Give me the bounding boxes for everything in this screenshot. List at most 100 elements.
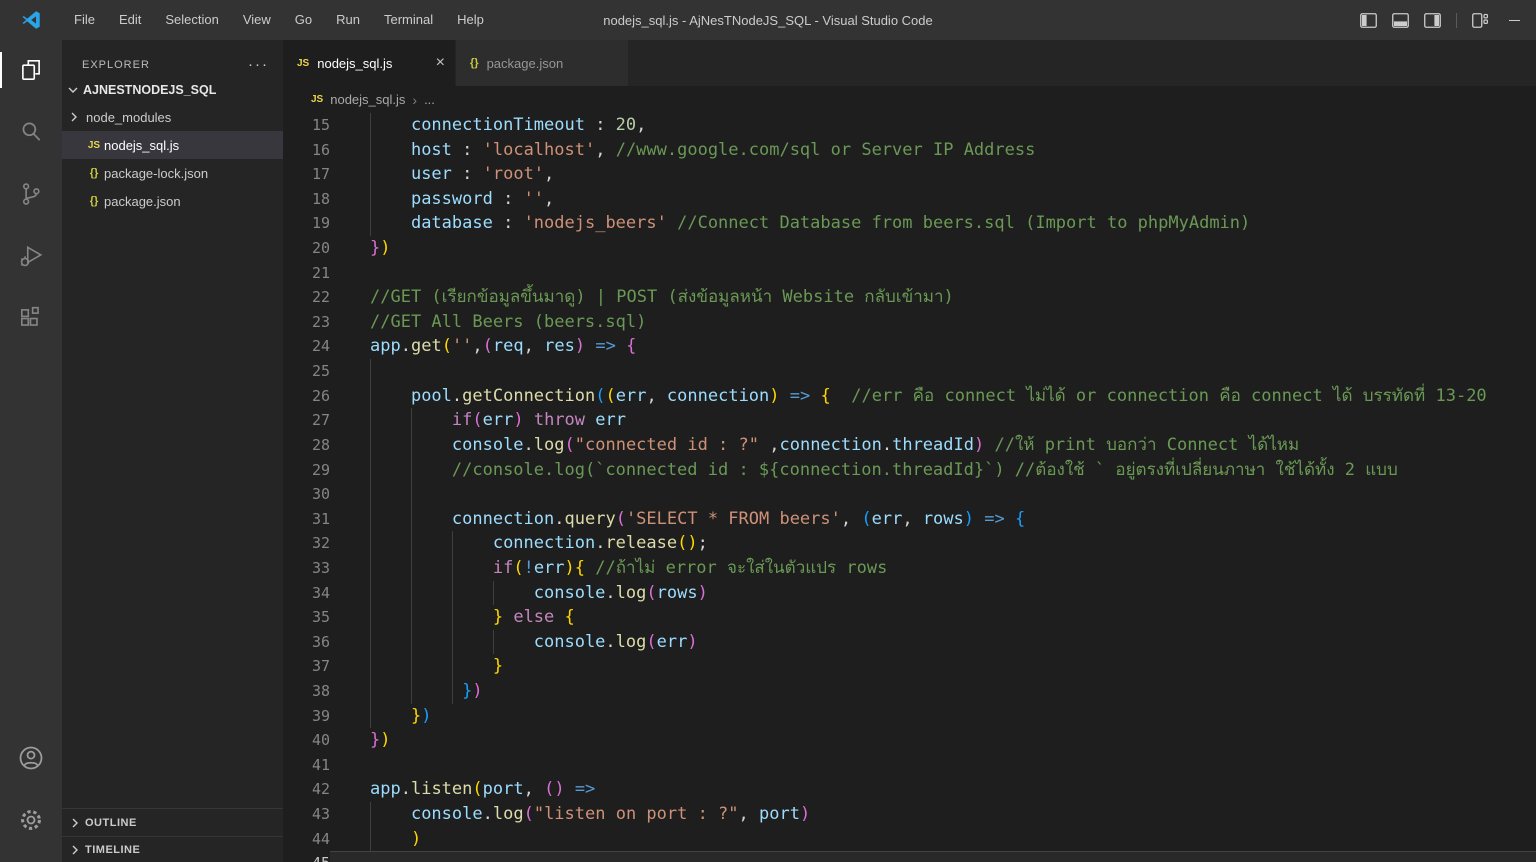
indent-guide [411, 408, 412, 433]
code-line-41[interactable]: 41 [283, 753, 1536, 778]
code-line-37[interactable]: 37 } [283, 654, 1536, 679]
code-line-23[interactable]: 23//GET All Beers (beers.sql) [283, 310, 1536, 335]
indent-guide [370, 211, 371, 236]
indent-guide [370, 704, 371, 729]
indent-guide [370, 556, 371, 581]
line-text: app.listen(port, () => [330, 777, 1536, 802]
run-debug-icon[interactable] [0, 232, 62, 280]
code-line-33[interactable]: 33 if(!err){ //ถ้าไม่ error จะใส่ในตัวแป… [283, 556, 1536, 581]
indent-guide [370, 581, 371, 606]
search-icon[interactable] [0, 108, 62, 156]
account-icon[interactable] [0, 734, 62, 782]
line-text: if(!err){ //ถ้าไม่ error จะใส่ในตัวแปร r… [330, 556, 1536, 581]
workspace-root-folder[interactable]: AJNESTNODEJS_SQL [62, 76, 283, 103]
close-icon[interactable]: × [436, 55, 445, 71]
code-line-40[interactable]: 40}) [283, 728, 1536, 753]
indent-guide [370, 187, 371, 212]
sidebar-item-package[interactable]: {} package.json [62, 187, 283, 215]
breadcrumb-symbol-more[interactable]: ... [424, 92, 435, 107]
indent-guide [370, 359, 371, 384]
code-line-45[interactable]: 45 [283, 851, 1536, 862]
code-line-19[interactable]: 19 database : 'nodejs_beers' //Connect D… [283, 211, 1536, 236]
code-line-30[interactable]: 30 [283, 482, 1536, 507]
section-label: TIMELINE [85, 844, 140, 856]
indent-guide [452, 531, 453, 556]
code-line-38[interactable]: 38 }) [283, 679, 1536, 704]
sidebar-item-package-lock[interactable]: {} package-lock.json [62, 159, 283, 187]
source-control-icon[interactable] [0, 170, 62, 218]
customize-layout-icon[interactable] [1472, 13, 1488, 28]
menu-help[interactable]: Help [445, 0, 496, 40]
indent-guide [452, 679, 453, 704]
line-text: console.log(err) [330, 630, 1536, 655]
code-line-20[interactable]: 20}) [283, 236, 1536, 261]
toggle-panel-icon[interactable] [1392, 13, 1409, 28]
indent-guide [493, 630, 494, 655]
explorer-header: EXPLORER ··· [62, 40, 283, 76]
menu-file[interactable]: File [62, 0, 107, 40]
menu-edit[interactable]: Edit [107, 0, 153, 40]
code-line-17[interactable]: 17 user : 'root', [283, 162, 1536, 187]
code-line-26[interactable]: 26 pool.getConnection((err, connection) … [283, 384, 1536, 409]
code-line-21[interactable]: 21 [283, 261, 1536, 286]
section-timeline[interactable]: TIMELINE [62, 836, 283, 862]
tab-nodejs_sql[interactable]: JS nodejs_sql.js × [283, 40, 456, 86]
tab-label: package.json [487, 56, 564, 71]
breadcrumb-file[interactable]: nodejs_sql.js [330, 92, 405, 107]
indent-guide [370, 679, 371, 704]
menu-run[interactable]: Run [324, 0, 372, 40]
code-line-27[interactable]: 27 if(err) throw err [283, 408, 1536, 433]
indent-guide [411, 458, 412, 483]
line-number: 25 [283, 359, 330, 384]
code-line-28[interactable]: 28 console.log("connected id : ?" ,conne… [283, 433, 1536, 458]
indent-guide [452, 654, 453, 679]
settings-gear-icon[interactable] [0, 796, 62, 844]
titlebar-separator [1456, 13, 1457, 28]
code-line-29[interactable]: 29 //console.log(`connected id : ${conne… [283, 458, 1536, 483]
breadcrumb[interactable]: JS nodejs_sql.js › ... [283, 86, 1536, 113]
menubar: FileEditSelectionViewGoRunTerminalHelp [62, 0, 496, 40]
root-folder-label: AJNESTNODEJS_SQL [83, 83, 216, 97]
sidebar-item-nodejs_sql[interactable]: JS nodejs_sql.js [62, 131, 283, 159]
item-label: nodejs_sql.js [104, 138, 179, 153]
line-number: 23 [283, 310, 330, 335]
sidebar-item-node_modules[interactable]: node_modules [62, 103, 283, 131]
code-line-39[interactable]: 39 }) [283, 704, 1536, 729]
section-outline[interactable]: OUTLINE [62, 808, 283, 836]
menu-go[interactable]: Go [283, 0, 324, 40]
code-line-25[interactable]: 25 [283, 359, 1536, 384]
line-number: 34 [283, 581, 330, 606]
code-line-44[interactable]: 44 ) [283, 827, 1536, 852]
code-line-24[interactable]: 24app.get('',(req, res) => { [283, 334, 1536, 359]
toggle-sidebar-icon[interactable] [1360, 13, 1377, 28]
line-text: } else { [330, 605, 1536, 630]
minimize-icon[interactable] [1509, 20, 1520, 21]
explorer-icon[interactable] [0, 46, 62, 94]
indent-guide [493, 581, 494, 606]
item-label: package.json [104, 194, 181, 209]
code-line-42[interactable]: 42app.listen(port, () => [283, 777, 1536, 802]
code-line-15[interactable]: 15 connectionTimeout : 20, [283, 113, 1536, 138]
code-line-31[interactable]: 31 connection.query('SELECT * FROM beers… [283, 507, 1536, 532]
line-number: 39 [283, 704, 330, 729]
menu-selection[interactable]: Selection [153, 0, 230, 40]
code-line-18[interactable]: 18 password : '', [283, 187, 1536, 212]
extensions-icon[interactable] [0, 294, 62, 342]
explorer-title: EXPLORER [82, 59, 150, 71]
code-line-35[interactable]: 35 } else { [283, 605, 1536, 630]
toggle-secondary-sidebar-icon[interactable] [1424, 13, 1441, 28]
menu-terminal[interactable]: Terminal [372, 0, 445, 40]
code-line-34[interactable]: 34 console.log(rows) [283, 581, 1536, 606]
code-line-36[interactable]: 36 console.log(err) [283, 630, 1536, 655]
line-text: password : '', [330, 187, 1536, 212]
code-line-16[interactable]: 16 host : 'localhost', //www.google.com/… [283, 138, 1536, 163]
indent-guide [370, 630, 371, 655]
code-line-43[interactable]: 43 console.log("listen on port : ?", por… [283, 802, 1536, 827]
line-number: 26 [283, 384, 330, 409]
item-label: package-lock.json [104, 166, 208, 181]
views-more-actions-icon[interactable]: ··· [248, 60, 269, 70]
tab-package-json[interactable]: {} package.json [456, 40, 629, 86]
code-line-22[interactable]: 22//GET (เรียกข้อมูลขึ้นมาดู) | POST (ส่… [283, 285, 1536, 310]
code-line-32[interactable]: 32 connection.release(); [283, 531, 1536, 556]
menu-view[interactable]: View [231, 0, 283, 40]
